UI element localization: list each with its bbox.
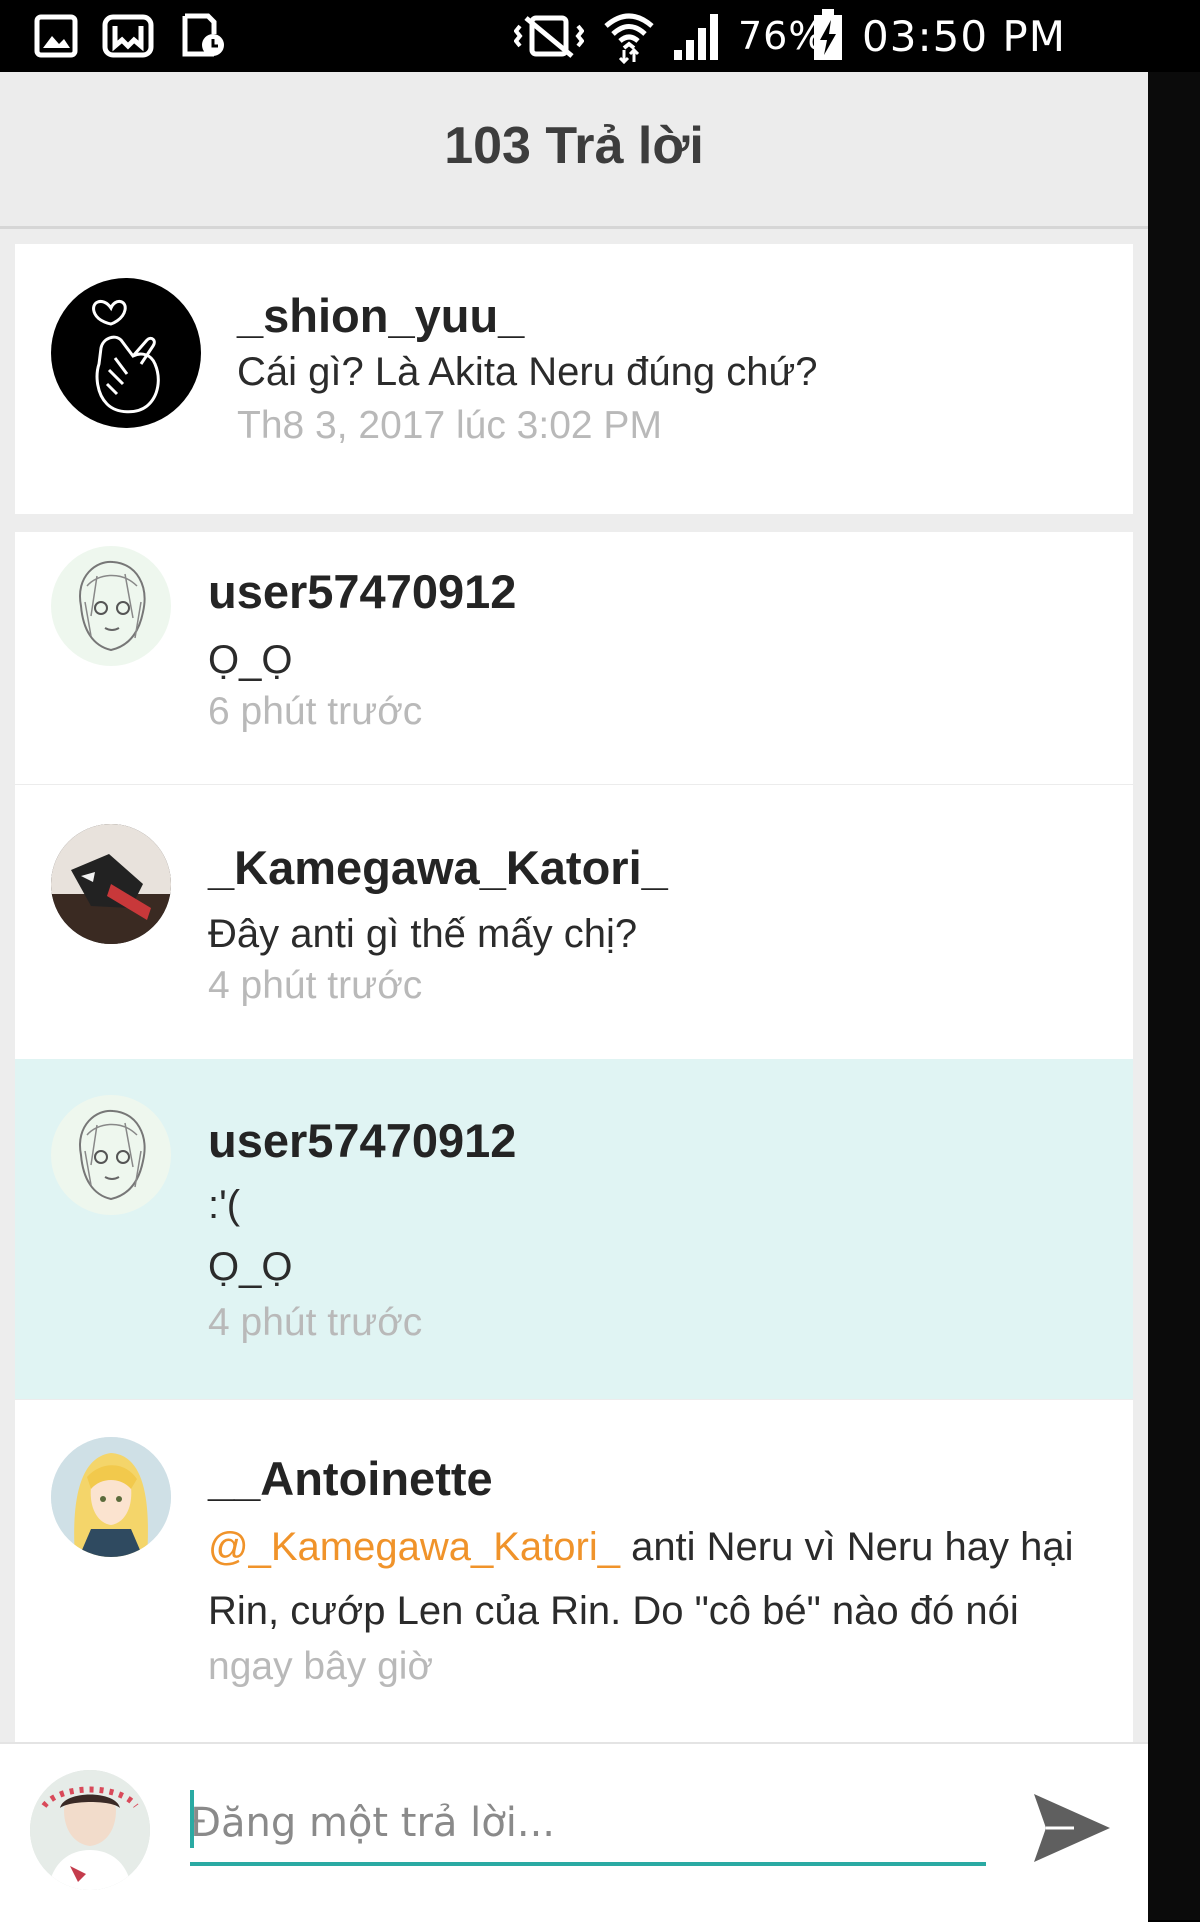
avatar[interactable] xyxy=(51,546,171,666)
comment-timestamp: Th8 3, 2017 lúc 3:02 PM xyxy=(237,404,662,447)
reply-username[interactable]: _Kamegawa_Katori_ xyxy=(208,840,668,895)
reply-item[interactable]: _Kamegawa_Katori_ Đây anti gì thế mấy ch… xyxy=(15,784,1133,1060)
profile-photo-icon xyxy=(30,1770,150,1890)
anime-girl-sketch-icon xyxy=(78,560,146,652)
reply-username[interactable]: __Antoinette xyxy=(208,1451,493,1506)
text-cursor xyxy=(190,1790,194,1848)
wifi-icon xyxy=(604,13,654,64)
reply-username[interactable]: user57470912 xyxy=(208,564,516,619)
avatar[interactable] xyxy=(51,824,171,944)
reply-timestamp: 4 phút trước xyxy=(208,964,423,1007)
finger-heart-icon xyxy=(92,299,160,414)
avatar[interactable] xyxy=(51,278,201,428)
gallery-icon xyxy=(34,14,78,58)
reply-list[interactable]: user57470912 Ọ_Ọ 6 phút trước _Kamegawa_… xyxy=(15,532,1133,1822)
anime-blonde-girl-icon xyxy=(51,1437,171,1557)
header-bar: 103 Trả lời xyxy=(0,72,1148,229)
screenshot-icon xyxy=(182,13,224,57)
reply-timestamp: 6 phút trước xyxy=(208,690,423,733)
reply-text-line: :'( xyxy=(208,1183,241,1227)
current-user-avatar[interactable] xyxy=(30,1770,150,1890)
reply-text-line: @_Kamegawa_Katori_ anti Neru vì Neru hay… xyxy=(208,1515,1074,1579)
reply-username[interactable]: user57470912 xyxy=(208,1113,516,1168)
photo-thumbnail-icon xyxy=(51,824,171,944)
vibrate-icon xyxy=(514,15,584,58)
reply-text: Đây anti gì thế mấy chị? xyxy=(208,912,638,956)
user-mention-link[interactable]: @_Kamegawa_Katori_ xyxy=(208,1525,620,1569)
comment-username[interactable]: _shion_yuu_ xyxy=(237,288,524,343)
reply-composer xyxy=(0,1742,1148,1922)
reply-text-fragment: anti Neru vì Neru hay hại xyxy=(619,1525,1074,1569)
reply-item-highlighted[interactable]: user57470912 :'( Ọ_Ọ 4 phút trước xyxy=(15,1059,1133,1400)
reply-text-line: Ọ_Ọ xyxy=(208,1245,293,1289)
signal-icon xyxy=(674,14,718,60)
comment-text: Cái gì? Là Akita Neru đúng chứ? xyxy=(237,350,818,394)
replies-screen: 103 Trả lời _shion_yuu_ Cái gì? Là Akita… xyxy=(0,72,1148,1922)
reply-text: Ọ_Ọ xyxy=(208,638,293,682)
send-icon[interactable] xyxy=(1030,1786,1114,1870)
avatar[interactable] xyxy=(51,1437,171,1557)
reply-timestamp: ngay bây giờ xyxy=(208,1645,434,1688)
anime-girl-sketch-icon xyxy=(78,1109,146,1201)
reply-input[interactable] xyxy=(190,1784,986,1866)
battery-charging-icon xyxy=(814,9,842,60)
original-comment-card[interactable]: _shion_yuu_ Cái gì? Là Akita Neru đúng c… xyxy=(15,244,1133,514)
reply-text-line: Rin, cướp Len của Rin. Do "cô bé" nào đó… xyxy=(208,1589,1019,1633)
page-title: 103 Trả lời xyxy=(444,117,704,175)
wattpad-icon xyxy=(102,14,154,58)
background-strip xyxy=(1148,72,1200,1920)
clock: 03:50 PM xyxy=(862,12,1066,61)
reply-item[interactable]: user57470912 Ọ_Ọ 6 phút trước xyxy=(15,532,1133,785)
status-bar: 76% 03:50 PM xyxy=(0,0,1200,72)
reply-timestamp: 4 phút trước xyxy=(208,1301,423,1344)
avatar[interactable] xyxy=(51,1095,171,1215)
